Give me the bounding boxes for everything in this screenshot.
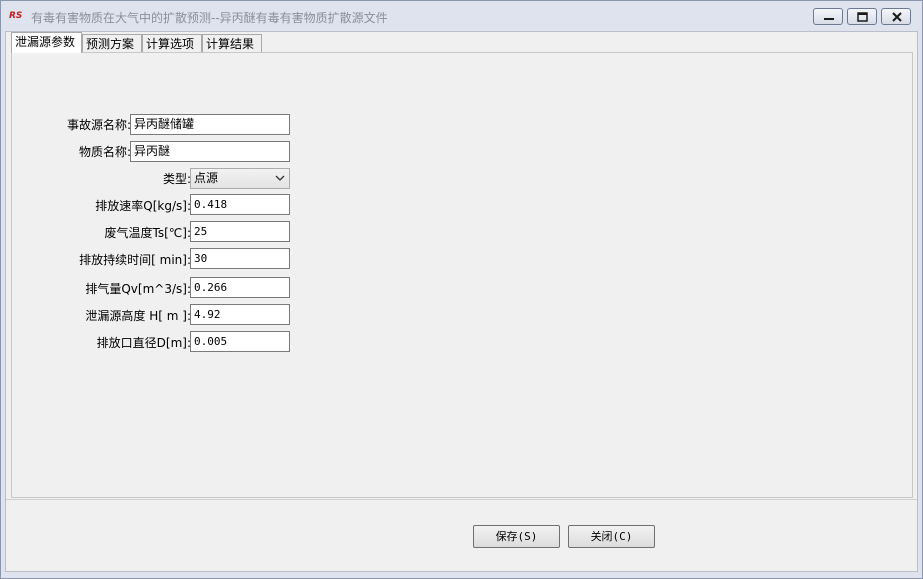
source-height-label: 泄漏源高度 H[ m ]: <box>85 309 191 323</box>
gas-volume-input[interactable]: 0.266 <box>190 277 290 298</box>
footer-divider <box>6 499 917 500</box>
release-rate-label: 排放速率Q[kg/s]: <box>95 199 191 213</box>
minimize-icon <box>824 18 834 20</box>
type-label: 类型: <box>162 172 191 186</box>
outlet-diameter-input[interactable]: 0.005 <box>190 331 290 352</box>
maximize-button[interactable] <box>847 8 877 25</box>
gas-temp-label: 废气温度Ts[℃]: <box>104 226 191 240</box>
release-rate-input[interactable]: 0.418 <box>190 194 290 215</box>
title-bar[interactable]: RS 有毒有害物质在大气中的扩散预测--异丙醚有毒有害物质扩散源文件 <box>1 1 922 31</box>
close-icon <box>892 12 902 22</box>
tab-prediction-scheme[interactable]: 预测方案 <box>82 34 142 52</box>
type-select[interactable]: 点源 <box>190 168 290 189</box>
tab-leak-source-params[interactable]: 泄漏源参数 <box>11 32 82 53</box>
substance-name-label: 物质名称: <box>78 145 131 159</box>
source-height-input[interactable]: 4.92 <box>190 304 290 325</box>
client-area: 泄漏源参数 预测方案 计算选项 计算结果 事故源名称: 异丙醚储罐 物质名称: … <box>5 31 918 572</box>
chevron-down-icon <box>275 175 285 181</box>
leak-source-panel: 事故源名称: 异丙醚储罐 物质名称: 异丙醚 类型: 点源 排放速率Q[kg/s… <box>11 52 913 498</box>
source-name-label: 事故源名称: <box>66 118 131 132</box>
outlet-diameter-label: 排放口直径D[m]: <box>96 336 191 350</box>
close-button[interactable]: 关闭(C) <box>568 525 655 548</box>
close-window-button[interactable] <box>881 8 911 25</box>
type-select-value: 点源 <box>194 171 219 185</box>
source-name-input[interactable]: 异丙醚储罐 <box>130 114 290 135</box>
substance-name-input[interactable]: 异丙醚 <box>130 141 290 162</box>
main-window: RS 有毒有害物质在大气中的扩散预测--异丙醚有毒有害物质扩散源文件 泄漏源参数… <box>0 0 923 579</box>
save-button[interactable]: 保存(S) <box>473 525 560 548</box>
window-title: 有毒有害物质在大气中的扩散预测--异丙醚有毒有害物质扩散源文件 <box>31 11 388 25</box>
minimize-button[interactable] <box>813 8 843 25</box>
tab-calc-results[interactable]: 计算结果 <box>202 34 262 52</box>
gas-temp-input[interactable]: 25 <box>190 221 290 242</box>
gas-volume-label: 排气量Qv[m^3/s]: <box>85 282 191 296</box>
tab-calc-options[interactable]: 计算选项 <box>142 34 202 52</box>
app-logo-icon: RS <box>9 11 23 21</box>
duration-label: 排放持续时间[ min]: <box>79 253 191 267</box>
restore-icon <box>857 12 868 22</box>
duration-input[interactable]: 30 <box>190 248 290 269</box>
